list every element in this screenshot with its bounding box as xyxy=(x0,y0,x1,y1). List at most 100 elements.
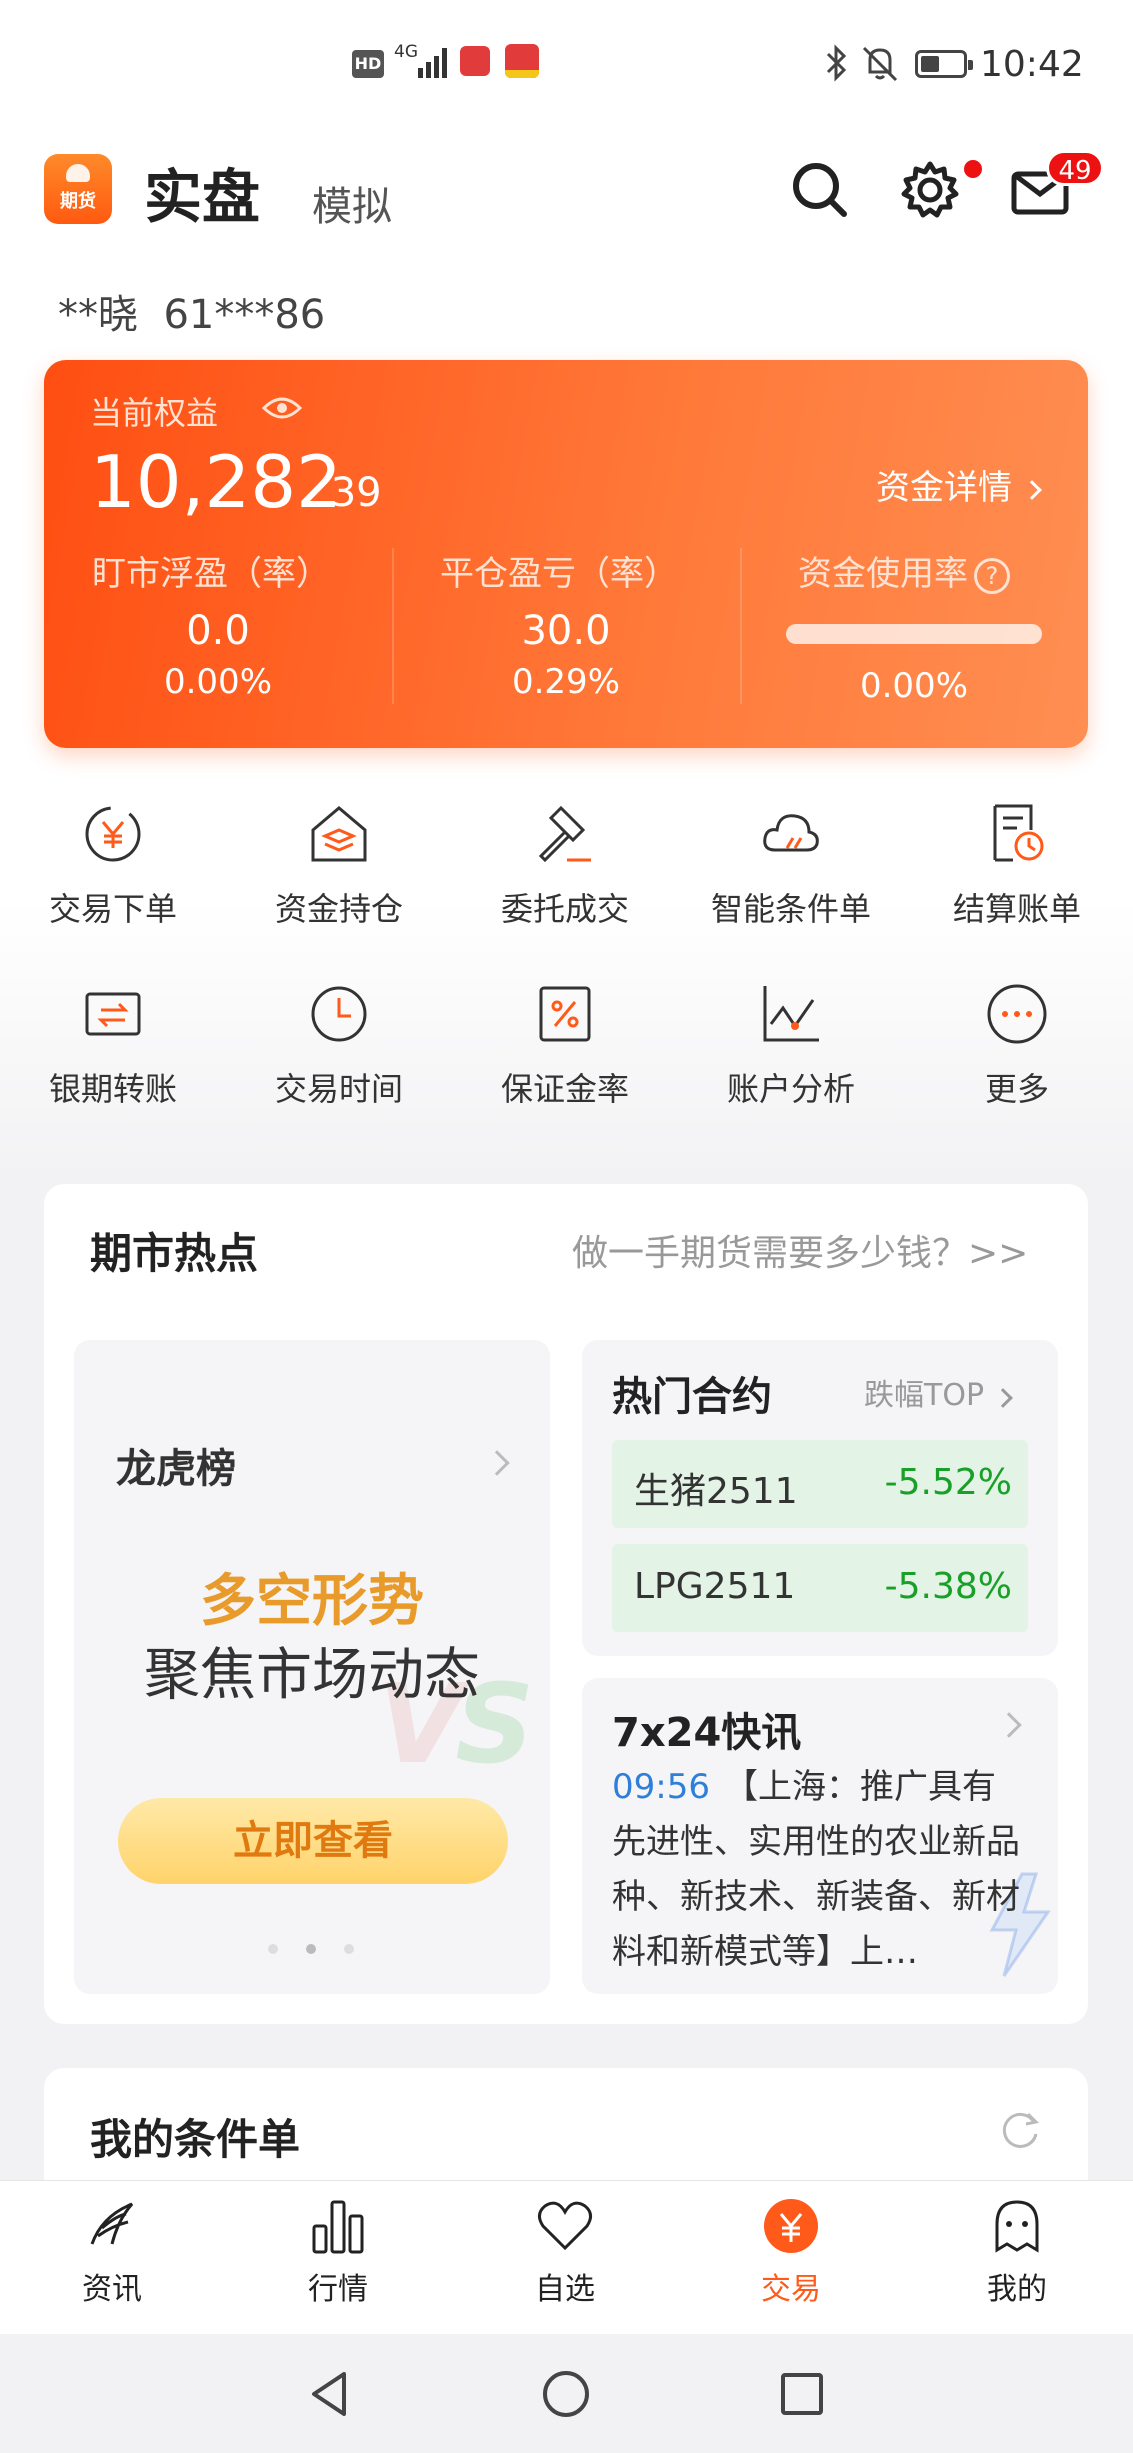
dragon-tiger-subline: 聚焦市场动态 xyxy=(144,1643,480,1708)
grid-margin-rate[interactable]: 保证金率 xyxy=(452,980,678,1110)
dragon-tiger-headline: 多空形势 xyxy=(200,1569,424,1634)
grid-orders-fills[interactable]: 委托成交 xyxy=(452,800,678,930)
chevron-right-icon xyxy=(1021,479,1042,500)
line-chart-icon xyxy=(763,986,819,1042)
tab-news[interactable]: 资讯 xyxy=(32,2196,192,2308)
view-now-button[interactable]: 立即查看 xyxy=(118,1798,508,1884)
tab-market[interactable]: 行情 xyxy=(258,2196,418,2308)
margin-cost-link[interactable]: 做一手期货需要多少钱？>> xyxy=(572,1224,1028,1276)
news-flash-body: 09:56 【上海：推广具有先进性、实用性的农业新品种、新技术、新装备、新材料和新… xyxy=(612,1760,1022,1980)
book-app-icon xyxy=(460,46,490,76)
tab-simulated-trading[interactable]: 模拟 xyxy=(312,174,392,232)
notification-app-icon xyxy=(505,44,539,78)
grid-label: 资金持仓 xyxy=(274,890,403,928)
tab-real-trading[interactable]: 实盘 xyxy=(144,150,260,234)
news-icon xyxy=(90,2202,134,2245)
fund-usage-label: 资金使用率? xyxy=(798,546,1010,595)
equity-label: 当前权益 xyxy=(90,394,219,432)
tab-label: 我的 xyxy=(987,2272,1047,2307)
grid-label: 智能条件单 xyxy=(710,890,871,928)
floating-pnl-value: 0.0 xyxy=(186,608,250,654)
bluetooth-icon xyxy=(826,44,847,82)
heart-icon xyxy=(538,2201,592,2251)
grid-funds-positions[interactable]: 资金持仓 xyxy=(226,800,452,930)
grid-account-analysis[interactable]: 账户分析 xyxy=(678,980,904,1110)
grid-label: 银期转账 xyxy=(48,1070,177,1108)
refresh-icon[interactable] xyxy=(998,2108,1042,2152)
account-info: **晓 61***86 xyxy=(58,282,325,340)
card-transfer-icon xyxy=(85,992,141,1036)
grid-more[interactable]: 更多 xyxy=(904,980,1130,1110)
grid-label: 委托成交 xyxy=(500,890,629,928)
grid-trading-hours[interactable]: 交易时间 xyxy=(226,980,452,1110)
news-time: 09:56 xyxy=(612,1767,710,1807)
grid-label: 更多 xyxy=(984,1070,1049,1108)
floating-pnl-label: 盯市浮盈（率） xyxy=(92,554,330,594)
tab-me[interactable]: 我的 xyxy=(937,2196,1097,2308)
status-time: 10:42 xyxy=(980,44,1084,85)
grid-bank-transfer[interactable]: 银期转账 xyxy=(0,980,226,1110)
floating-pnl-rate: 0.00% xyxy=(163,662,272,702)
home-icon[interactable] xyxy=(540,2368,592,2420)
fund-usage-rate: 0.00% xyxy=(859,666,968,706)
settings-notification-dot xyxy=(964,160,982,178)
bill-clock-icon xyxy=(993,804,1044,862)
grid-smart-conditions[interactable]: 智能条件单 xyxy=(678,800,904,930)
dragon-tiger-title: 龙虎榜 xyxy=(116,1446,236,1492)
chevron-right-icon xyxy=(992,1388,1013,1408)
my-conditions-title: 我的条件单 xyxy=(90,2115,301,2164)
help-icon[interactable]: ? xyxy=(974,557,1010,594)
hot-contract-row[interactable]: LPG2511 -5.38% xyxy=(612,1544,1028,1632)
hot-section-title: 期市热点 xyxy=(90,1229,259,1278)
back-icon[interactable] xyxy=(306,2368,352,2420)
hot-contracts-title: 热门合约 xyxy=(612,1374,772,1420)
hot-contract-row[interactable]: 生猪2511 -5.52% xyxy=(612,1440,1028,1528)
equity-value: 10,282 xyxy=(90,440,342,524)
gavel-icon xyxy=(538,805,591,863)
eye-icon[interactable] xyxy=(262,392,302,424)
signal-icon xyxy=(418,44,452,78)
grid-label: 保证金率 xyxy=(500,1070,629,1108)
close-pnl-value: 30.0 xyxy=(521,608,611,654)
news-flash-title: 7x24快讯 xyxy=(612,1710,802,1756)
account-name: **晓 xyxy=(58,292,138,338)
contract-name: LPG2511 xyxy=(634,1566,796,1607)
clock-icon xyxy=(311,986,367,1042)
layers-house-icon xyxy=(311,806,367,862)
search-icon[interactable] xyxy=(788,158,852,222)
percent-doc-icon xyxy=(539,986,591,1042)
tab-watchlist[interactable]: 自选 xyxy=(485,2196,645,2308)
mute-bell-icon xyxy=(862,46,898,82)
grid-label: 结算账单 xyxy=(952,890,1081,928)
more-dots-icon xyxy=(987,984,1047,1044)
decline-top-link[interactable]: 跌幅TOP xyxy=(864,1370,1013,1414)
close-pnl-rate: 0.29% xyxy=(511,662,620,702)
tab-label: 自选 xyxy=(535,2272,595,2307)
fund-detail-link[interactable]: 资金详情 xyxy=(876,460,1042,509)
contract-name: 生猪2511 xyxy=(634,1471,798,1512)
profile-icon xyxy=(995,2200,1039,2253)
yen-exchange-icon xyxy=(85,806,141,862)
settings-gear-icon[interactable] xyxy=(898,158,962,222)
close-pnl-label: 平仓盈亏（率） xyxy=(440,554,678,594)
hd-indicator: HD xyxy=(352,50,384,78)
carousel-dots xyxy=(268,1944,358,1956)
grid-label: 交易时间 xyxy=(274,1070,403,1108)
recent-apps-icon[interactable] xyxy=(778,2370,826,2418)
tab-trade[interactable]: 交易 xyxy=(711,2196,871,2308)
equity-value-decimal: .39 xyxy=(318,470,382,516)
divider xyxy=(392,548,394,704)
grid-trade-order[interactable]: 交易下单 xyxy=(0,800,226,930)
grid-settlement-bill[interactable]: 结算账单 xyxy=(904,800,1130,930)
trade-yen-icon xyxy=(764,2199,818,2253)
network-type: 4G xyxy=(394,42,418,62)
contract-change: -5.38% xyxy=(884,1566,1012,1607)
contract-change: -5.52% xyxy=(884,1462,1012,1503)
app-logo: 期货 xyxy=(44,154,112,224)
divider xyxy=(740,548,742,704)
bars-icon xyxy=(312,2200,364,2254)
fund-detail-label: 资金详情 xyxy=(876,468,1012,508)
decline-top-label: 跌幅TOP xyxy=(864,1378,985,1413)
grid-label: 账户分析 xyxy=(726,1070,855,1108)
fund-usage-bar xyxy=(786,624,1042,644)
